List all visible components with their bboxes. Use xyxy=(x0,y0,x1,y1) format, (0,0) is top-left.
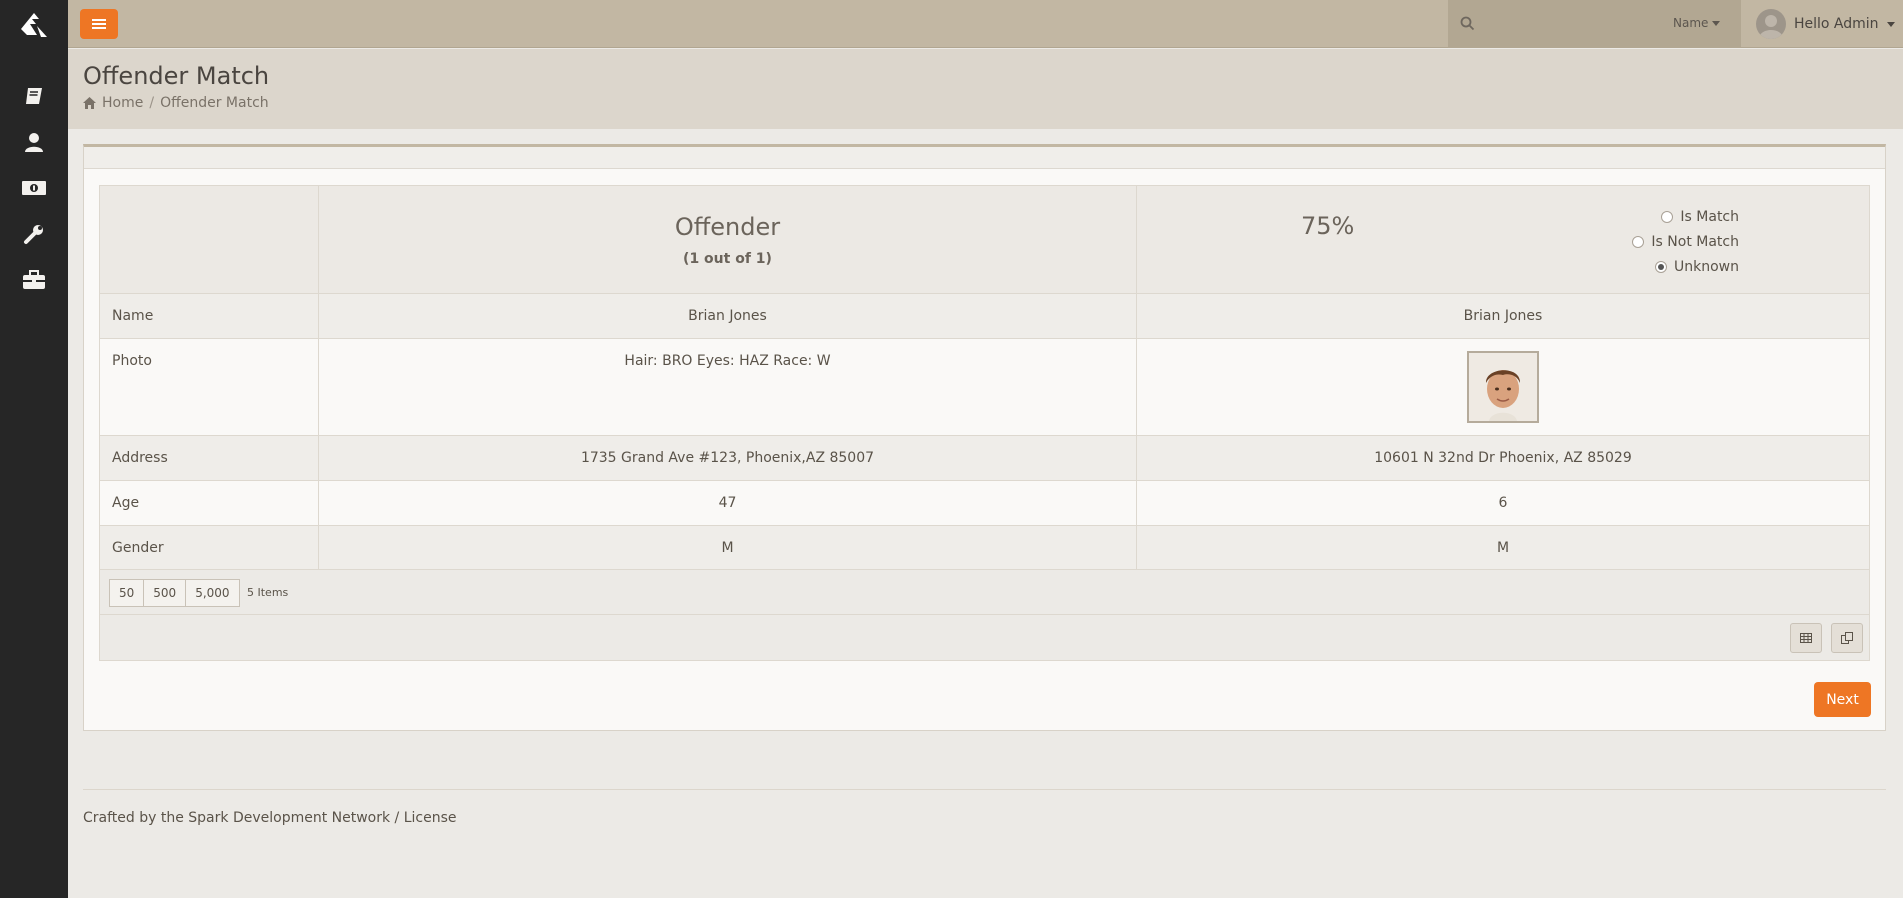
caret-down-icon xyxy=(1886,21,1895,27)
radio-label: Unknown xyxy=(1674,258,1739,275)
radio-unknown[interactable]: Unknown xyxy=(1632,254,1739,279)
table-row: Gender M M xyxy=(99,525,1870,571)
money-icon[interactable] xyxy=(0,166,68,210)
match-status-radio-group: Is Match Is Not Match Unknown xyxy=(1632,204,1739,279)
page-size-50-button[interactable]: 50 xyxy=(109,579,145,607)
radio-button[interactable] xyxy=(1655,260,1667,273)
page-size-5000-button[interactable]: 5,000 xyxy=(186,579,240,607)
table-row: Address 1735 Grand Ave #123, Phoenix,AZ … xyxy=(99,435,1870,481)
match-grid: Offender (1 out of 1) 75% Is Match Is No… xyxy=(99,185,1870,571)
radio-is-not-match[interactable]: Is Not Match xyxy=(1632,229,1739,254)
row-label: Photo xyxy=(99,338,319,436)
search-area: Name xyxy=(1448,0,1741,48)
menu-toggle-button[interactable] xyxy=(80,9,118,39)
user-greeting: Hello Admin xyxy=(1794,16,1879,32)
search-icon xyxy=(1460,16,1475,31)
candidate-photo[interactable] xyxy=(1467,351,1539,423)
radio-label: Is Not Match xyxy=(1651,233,1739,250)
item-count: 5 Items xyxy=(247,586,289,599)
export-excel-button[interactable] xyxy=(1790,623,1822,653)
footer-text: Crafted by the Spark Development Network… xyxy=(83,810,457,826)
table-row: Age 47 6 xyxy=(99,480,1870,526)
offender-value: M xyxy=(318,525,1137,571)
panel-heading xyxy=(84,147,1885,169)
search-filter-dropdown[interactable]: Name xyxy=(1673,16,1721,30)
user-icon[interactable] xyxy=(0,120,68,164)
match-percent: 75% xyxy=(1301,212,1355,240)
top-bar: Name Hello Admin xyxy=(68,0,1903,48)
candidate-value: 6 xyxy=(1136,480,1870,526)
offender-match-panel: Offender (1 out of 1) 75% Is Match Is No… xyxy=(83,144,1886,731)
page-header: Offender Match Home / Offender Match xyxy=(68,49,1903,129)
footer-divider xyxy=(83,789,1886,790)
candidate-value: 10601 N 32nd Dr Phoenix, AZ 85029 xyxy=(1136,435,1870,481)
row-label: Age xyxy=(99,480,319,526)
next-button[interactable]: Next xyxy=(1814,682,1871,717)
breadcrumb-current: Offender Match xyxy=(160,95,269,111)
radio-button[interactable] xyxy=(1661,210,1674,223)
grid-header-match: 75% Is Match Is Not Match Unknown xyxy=(1136,185,1870,294)
row-label: Address xyxy=(99,435,319,481)
breadcrumb: Home / Offender Match xyxy=(83,95,269,111)
candidate-photo-cell xyxy=(1136,338,1870,436)
page-title: Offender Match xyxy=(83,62,270,90)
briefcase-icon[interactable] xyxy=(0,258,68,302)
grid-header-row: Offender (1 out of 1) 75% Is Match Is No… xyxy=(99,185,1870,294)
offender-value: 1735 Grand Ave #123, Phoenix,AZ 85007 xyxy=(318,435,1137,481)
offender-title: Offender xyxy=(674,212,781,241)
offender-value: Hair: BRO Eyes: HAZ Race: W xyxy=(318,338,1137,436)
copy-icon xyxy=(1841,632,1853,644)
search-input[interactable] xyxy=(1482,10,1652,38)
grid-actions-row xyxy=(99,615,1870,661)
avatar xyxy=(1756,9,1786,39)
merge-template-button[interactable] xyxy=(1831,623,1863,653)
row-label: Name xyxy=(99,293,319,339)
rock-logo-icon[interactable] xyxy=(0,0,68,48)
page-size-500-button[interactable]: 500 xyxy=(144,579,187,607)
table-row: Name Brian Jones Brian Jones xyxy=(99,293,1870,339)
offender-value: Brian Jones xyxy=(318,293,1137,339)
caret-down-icon xyxy=(1712,20,1721,26)
pager-row: 50 500 5,000 5 Items xyxy=(99,569,1870,615)
radio-is-match[interactable]: Is Match xyxy=(1632,204,1739,229)
user-menu[interactable]: Hello Admin xyxy=(1756,0,1903,48)
home-icon xyxy=(83,97,96,109)
sidebar xyxy=(0,0,68,898)
breadcrumb-separator: / xyxy=(149,95,155,111)
book-icon[interactable] xyxy=(0,74,68,118)
grid-header-empty xyxy=(99,185,319,294)
offender-count: (1 out of 1) xyxy=(683,250,772,267)
row-label: Gender xyxy=(99,525,319,571)
table-row: Photo Hair: BRO Eyes: HAZ Race: W xyxy=(99,338,1870,436)
hamburger-icon xyxy=(92,19,106,29)
page-size-selector: 50 500 5,000 xyxy=(109,579,240,607)
grid-header-offender: Offender (1 out of 1) xyxy=(318,185,1137,294)
radio-label: Is Match xyxy=(1680,208,1739,225)
candidate-value: M xyxy=(1136,525,1870,571)
wrench-icon[interactable] xyxy=(0,212,68,256)
table-icon xyxy=(1800,633,1812,643)
search-filter-label: Name xyxy=(1673,16,1709,30)
radio-button[interactable] xyxy=(1632,235,1645,248)
candidate-value: Brian Jones xyxy=(1136,293,1870,339)
breadcrumb-home-link[interactable]: Home xyxy=(102,95,143,111)
offender-value: 47 xyxy=(318,480,1137,526)
